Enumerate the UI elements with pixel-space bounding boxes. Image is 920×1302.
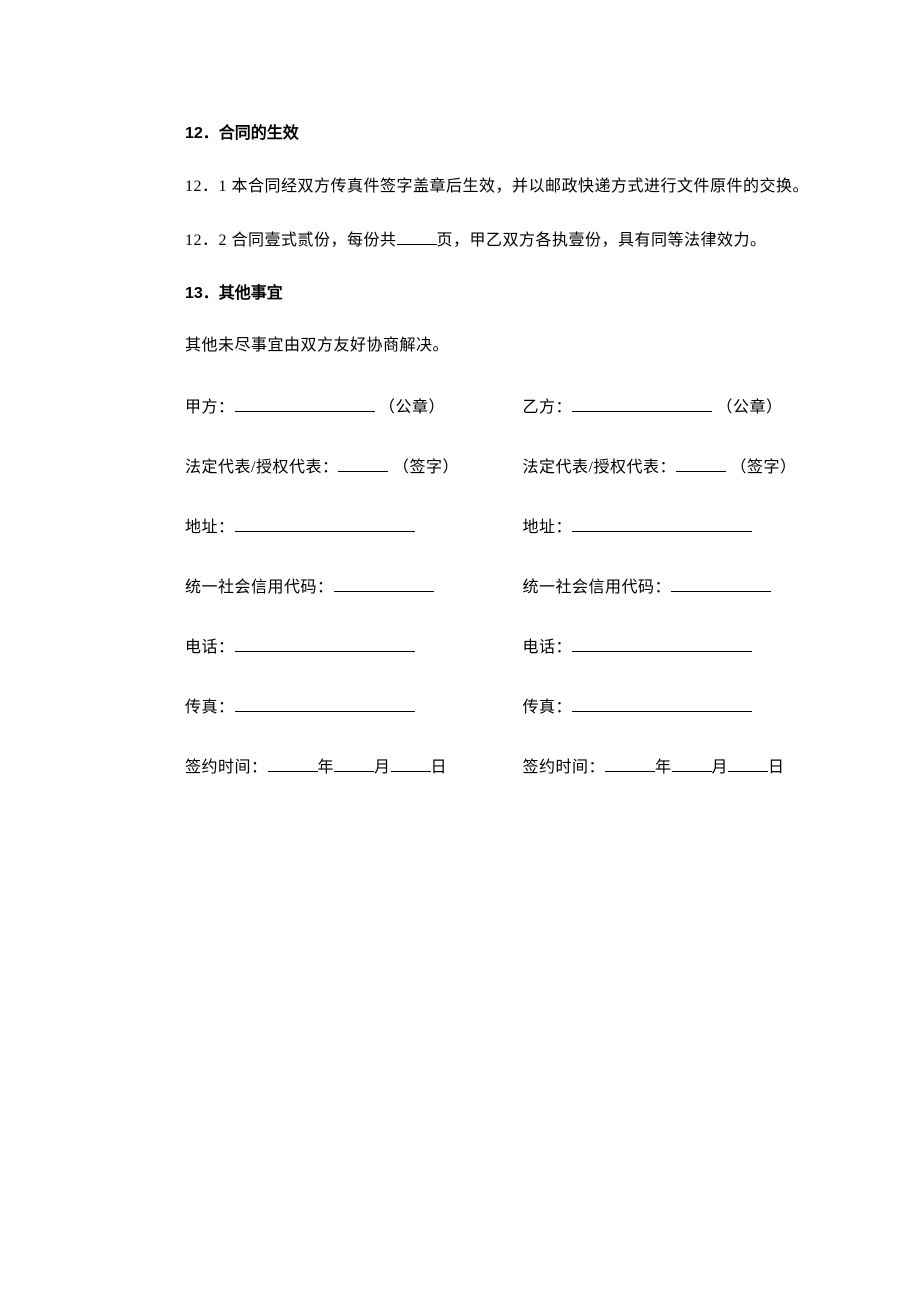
- party-b-rep-label: 法定代表/授权代表：: [523, 459, 676, 476]
- year-label: 年: [318, 759, 335, 776]
- party-b-phone-row: 电话：: [523, 633, 841, 663]
- blank-party-b-credit: [671, 573, 771, 592]
- section-12-p2-suffix: 页，甲乙双方各执壹份，具有同等法律效力。: [437, 232, 767, 249]
- blank-party-a-fax: [235, 693, 415, 712]
- section-12-p2: 12．2 合同壹式贰份，每份共 页，甲乙双方各执壹份，具有同等法律效力。: [185, 226, 840, 256]
- blank-party-a-credit: [334, 573, 434, 592]
- blank-party-a-rep: [338, 453, 388, 472]
- party-a-name-row: 甲方： （公章）: [185, 393, 503, 423]
- blank-party-a-day: [391, 753, 431, 772]
- party-a-rep-row: 法定代表/授权代表： （签字）: [185, 453, 503, 483]
- year-label-b: 年: [655, 759, 672, 776]
- party-a-fax-label: 传真：: [185, 699, 235, 716]
- party-b-phone-label: 电话：: [523, 639, 573, 656]
- blank-party-a-year: [268, 753, 318, 772]
- party-b-fax-label: 传真：: [523, 699, 573, 716]
- party-b-credit-row: 统一社会信用代码：: [523, 573, 841, 603]
- section-12-heading: 12．合同的生效: [185, 120, 840, 149]
- party-b-column: 乙方： （公章） 法定代表/授权代表： （签字） 地址： 统一社会信用代码： 电…: [523, 393, 841, 813]
- party-a-rep-label: 法定代表/授权代表：: [185, 459, 338, 476]
- party-a-credit-row: 统一社会信用代码：: [185, 573, 503, 603]
- section-12-p2-prefix: 12．2 合同壹式贰份，每份共: [185, 232, 397, 249]
- blank-party-b-year: [605, 753, 655, 772]
- party-a-fax-row: 传真：: [185, 693, 503, 723]
- section-13-heading: 13．其他事宜: [185, 280, 840, 309]
- party-b-name-row: 乙方： （公章）: [523, 393, 841, 423]
- blank-party-a-phone: [235, 633, 415, 652]
- party-b-rep-row: 法定代表/授权代表： （签字）: [523, 453, 841, 483]
- party-b-credit-label: 统一社会信用代码：: [523, 579, 672, 596]
- month-label-b: 月: [712, 759, 729, 776]
- blank-party-a-name: [235, 393, 375, 412]
- party-a-phone-label: 电话：: [185, 639, 235, 656]
- party-b-date-label: 签约时间：: [523, 759, 606, 776]
- month-label: 月: [374, 759, 391, 776]
- blank-party-b-fax: [572, 693, 752, 712]
- blank-party-b-month: [672, 753, 712, 772]
- blank-party-b-rep: [676, 453, 726, 472]
- party-a-date-label: 签约时间：: [185, 759, 268, 776]
- party-a-address-row: 地址：: [185, 513, 503, 543]
- section-13-p1: 其他未尽事宜由双方友好协商解决。: [185, 332, 840, 361]
- party-a-name-label: 甲方：: [185, 399, 235, 416]
- party-a-phone-row: 电话：: [185, 633, 503, 663]
- party-b-fax-row: 传真：: [523, 693, 841, 723]
- blank-party-a-month: [334, 753, 374, 772]
- party-b-name-label: 乙方：: [523, 399, 573, 416]
- signature-block: 甲方： （公章） 法定代表/授权代表： （签字） 地址： 统一社会信用代码： 电…: [185, 393, 840, 813]
- party-a-date-row: 签约时间： 年 月 日: [185, 753, 503, 783]
- party-a-column: 甲方： （公章） 法定代表/授权代表： （签字） 地址： 统一社会信用代码： 电…: [185, 393, 503, 813]
- party-a-sign-suffix: （签字）: [393, 459, 459, 476]
- party-b-sign-suffix: （签字）: [730, 459, 796, 476]
- blank-party-b-phone: [572, 633, 752, 652]
- party-b-address-label: 地址：: [523, 519, 573, 536]
- party-b-date-row: 签约时间： 年 月 日: [523, 753, 841, 783]
- section-12-p1: 12．1 本合同经双方传真件签字盖章后生效，并以邮政快递方式进行文件原件的交换。: [185, 173, 840, 202]
- blank-pages: [397, 226, 437, 245]
- party-b-address-row: 地址：: [523, 513, 841, 543]
- party-a-address-label: 地址：: [185, 519, 235, 536]
- party-a-credit-label: 统一社会信用代码：: [185, 579, 334, 596]
- blank-party-b-address: [572, 513, 752, 532]
- party-a-seal-suffix: （公章）: [379, 399, 445, 416]
- day-label-b: 日: [768, 759, 785, 776]
- blank-party-a-address: [235, 513, 415, 532]
- blank-party-b-day: [728, 753, 768, 772]
- day-label: 日: [431, 759, 448, 776]
- blank-party-b-name: [572, 393, 712, 412]
- party-b-seal-suffix: （公章）: [717, 399, 783, 416]
